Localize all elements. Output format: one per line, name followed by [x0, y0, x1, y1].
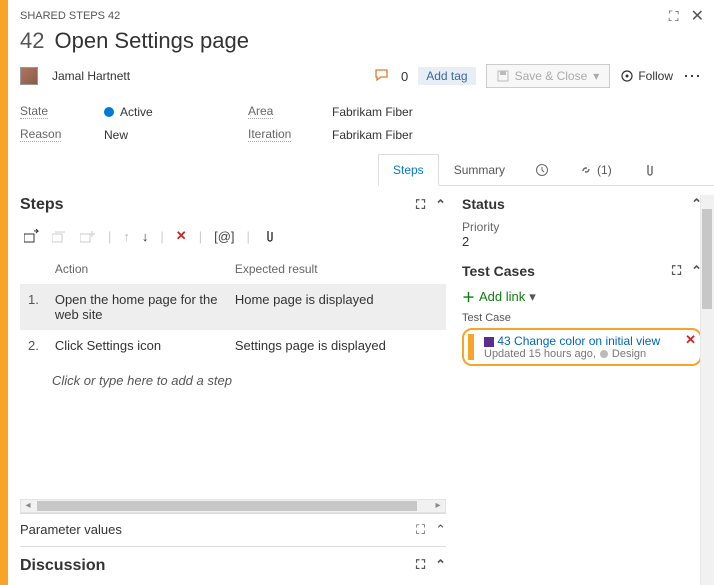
state-dot-icon	[600, 350, 608, 358]
linked-updated: Updated 15 hours ago,	[484, 348, 596, 360]
breadcrumb: SHARED STEPS 42	[20, 10, 120, 22]
follow-icon	[620, 69, 634, 83]
discussion-heading: Discussion	[20, 557, 105, 575]
col-expected-header: Expected result	[227, 254, 446, 284]
remove-link-icon[interactable]: ✕	[685, 332, 696, 348]
scroll-left-icon[interactable]: ◂	[21, 500, 35, 512]
col-action-header: Action	[47, 254, 227, 284]
close-icon[interactable]: ✕	[691, 6, 704, 26]
avatar[interactable]	[20, 67, 38, 85]
scroll-right-icon[interactable]: ▸	[431, 500, 445, 512]
add-tag-button[interactable]: Add tag	[418, 67, 475, 85]
plus-icon: ＋	[462, 287, 475, 306]
testcase-icon	[484, 337, 494, 347]
attachment-icon	[642, 163, 654, 177]
state-dot-icon	[104, 107, 114, 117]
iteration-label: Iteration	[248, 127, 291, 142]
expand-steps-icon[interactable]: ⛶	[416, 197, 425, 213]
add-link-button[interactable]: ＋ Add link ▾	[462, 287, 702, 306]
steps-toolbar: | ↑ ↓ | ✕ | [@] |	[20, 222, 446, 254]
horizontal-scrollbar[interactable]: ◂ ▸	[20, 499, 446, 513]
move-down-icon[interactable]: ↓	[142, 229, 149, 244]
work-item-id: 42	[20, 28, 44, 54]
save-icon	[497, 70, 509, 82]
test-case-group-label: Test Case	[462, 312, 702, 324]
iteration-value[interactable]: Fabrikam Fiber	[332, 128, 532, 142]
follow-button[interactable]: Follow	[620, 69, 673, 83]
expand-icon[interactable]: ⛶	[669, 8, 679, 25]
move-up-icon: ↑	[123, 229, 130, 244]
steps-heading: Steps	[20, 196, 64, 214]
tab-steps[interactable]: Steps	[378, 154, 439, 186]
collapse-steps-icon[interactable]: ⌃	[435, 197, 446, 213]
attach-icon[interactable]	[262, 229, 274, 243]
reason-label: Reason	[20, 127, 61, 142]
history-icon	[535, 163, 549, 177]
priority-label: Priority	[462, 220, 702, 234]
insert-shared-icon	[52, 229, 68, 243]
linked-title: Change color on initial view	[514, 334, 660, 348]
linked-state: Design	[612, 348, 646, 360]
delete-step-icon[interactable]: ✕	[176, 228, 187, 244]
discussion-count: 0	[401, 69, 408, 84]
toolbar-separator: |	[199, 229, 202, 244]
tab-summary[interactable]: Summary	[439, 154, 520, 185]
discussion-icon[interactable]	[375, 69, 391, 83]
add-step-placeholder[interactable]: Click or type here to add a step	[20, 361, 446, 388]
test-cases-heading: Test Cases	[462, 263, 535, 279]
create-shared-icon	[80, 229, 96, 243]
collapse-discussion-icon[interactable]: ⌃	[435, 557, 446, 575]
chevron-down-icon: ▾	[529, 289, 536, 305]
tab-links[interactable]: (1)	[564, 154, 627, 185]
area-label: Area	[248, 104, 273, 119]
scrollbar-thumb[interactable]	[37, 501, 417, 511]
insert-step-icon[interactable]	[24, 229, 40, 243]
page-title[interactable]: Open Settings page	[54, 28, 248, 54]
state-label: State	[20, 104, 48, 119]
expand-params-icon[interactable]: ⛶	[416, 522, 425, 538]
chevron-down-icon: ▾	[593, 69, 599, 83]
save-and-close-button[interactable]: Save & Close ▾	[486, 64, 611, 88]
toolbar-separator: |	[108, 229, 111, 244]
parameter-values-heading[interactable]: Parameter values	[20, 522, 122, 538]
type-stripe	[468, 334, 474, 360]
insert-param-icon[interactable]: [@]	[214, 229, 234, 244]
toolbar-separator: |	[160, 229, 163, 244]
expand-tc-icon[interactable]: ⛶	[672, 263, 681, 279]
vertical-scrollbar[interactable]	[700, 195, 714, 585]
scrollbar-thumb[interactable]	[702, 209, 712, 309]
linked-test-case[interactable]: ✕ 43 Change color on initial view Update…	[462, 328, 702, 366]
more-actions-button[interactable]: ⋯	[683, 66, 702, 87]
reason-value[interactable]: New	[104, 128, 224, 142]
area-value[interactable]: Fabrikam Fiber	[332, 105, 532, 119]
state-value[interactable]: Active	[104, 105, 224, 119]
link-icon	[579, 163, 593, 177]
linked-id: 43	[497, 334, 510, 348]
collapse-params-icon[interactable]: ⌃	[435, 522, 446, 538]
toolbar-separator: |	[247, 229, 250, 244]
assignee-name[interactable]: Jamal Hartnett	[52, 69, 130, 83]
step-row[interactable]: 2. Click Settings icon Settings page is …	[20, 330, 446, 361]
step-row[interactable]: 1. Open the home page for the web site H…	[20, 284, 446, 330]
tab-attachments[interactable]	[627, 154, 669, 185]
tab-history[interactable]	[520, 154, 564, 185]
status-heading: Status	[462, 196, 505, 212]
expand-discussion-icon[interactable]: ⛶	[416, 557, 425, 575]
priority-value[interactable]: 2	[462, 234, 702, 249]
